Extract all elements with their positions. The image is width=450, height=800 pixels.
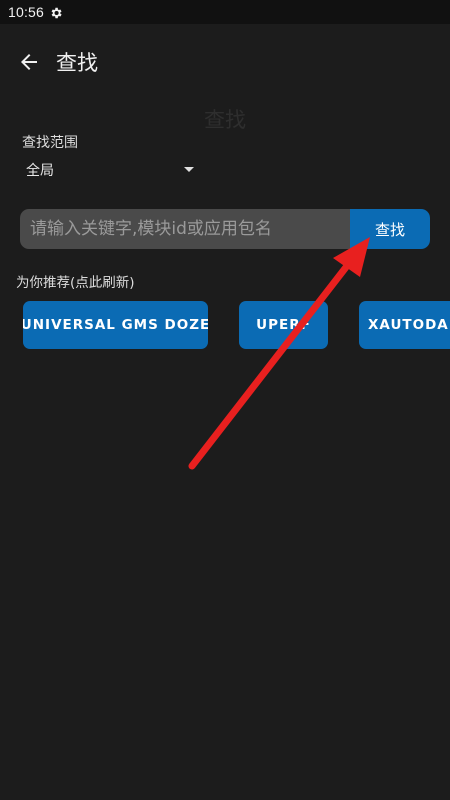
scope-dropdown[interactable]: 全局 [22,156,198,184]
dropdown-arrow-icon [184,167,194,172]
chip-xautodail[interactable]: XAUTODAIL [359,301,450,349]
search-row: 查找 [20,209,430,249]
chip-universal-gms-doze[interactable]: UNIVERSAL GMS DOZE [23,301,208,349]
chip-uperf[interactable]: UPERF [239,301,328,349]
back-button[interactable] [14,47,44,77]
recommend-chips: UNIVERSAL GMS DOZE UPERF XAUTODAIL [0,301,450,351]
status-time: 10:56 [8,4,45,20]
page-title: 查找 [56,51,98,75]
scope-selected-value: 全局 [26,163,54,179]
search-input[interactable] [20,209,360,249]
search-button[interactable]: 查找 [350,209,430,249]
app-bar: 查找 [0,24,450,100]
gear-icon [49,5,63,19]
recommend-refresh-label[interactable]: 为你推荐(点此刷新) [16,271,135,291]
ghost-heading: 查找 [204,108,246,132]
status-bar: 10:56 [0,0,450,24]
arrow-left-icon [21,54,37,70]
scope-label: 查找范围 [22,135,78,151]
search-screen: 10:56 查找 查找 查找范围 全局 查找 为你推荐(点此刷新) UNIVER… [0,0,450,800]
